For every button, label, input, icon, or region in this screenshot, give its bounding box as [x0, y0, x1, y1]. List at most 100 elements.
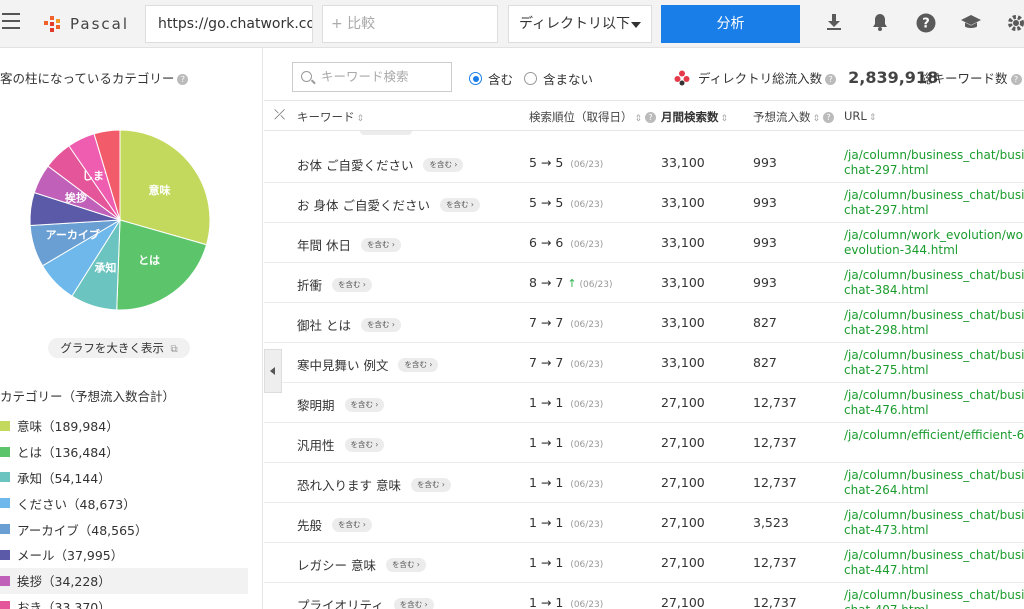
rank-to: 1 — [555, 555, 564, 570]
column-url[interactable]: URL ⇕ — [844, 109, 876, 123]
help-icon[interactable]: ? — [177, 74, 189, 85]
category-pie-chart[interactable]: 意味とは承知アーカイブ挨拶します — [28, 128, 212, 312]
keyword-text: お 身体 ご自愛ください — [297, 198, 430, 213]
volume-cell: 33,100 — [661, 355, 705, 370]
legend-item[interactable]: おき（33,370） — [0, 594, 248, 609]
traffic-cell: 3,523 — [753, 515, 789, 530]
table-row[interactable]: お 身体 ご自愛ください を含む › 5 → 5 (06/23) 33,100 993 /… — [264, 183, 1024, 223]
legend-item[interactable]: 承知（54,144） — [0, 465, 248, 491]
include-filter-button[interactable]: を含む › — [360, 317, 401, 332]
analyze-button[interactable]: 分析 — [661, 5, 800, 43]
table-row[interactable]: 汎用性 を含む › 1 → 1 (06/23) 27,100 12,737/ja/col… — [264, 423, 1024, 463]
radio-include-dot — [469, 72, 482, 85]
url-input[interactable]: https://go.chatwork.com — [145, 5, 313, 43]
include-filter-button[interactable]: を含む › — [393, 597, 434, 609]
include-filter-label: を含む — [338, 279, 361, 289]
collapse-sidebar-toggle[interactable] — [264, 349, 282, 393]
show-large-graph-button[interactable]: グラフを大きく表示 ⧉ — [48, 338, 190, 358]
radio-include[interactable]: 含む — [469, 69, 513, 88]
keyword-cell: レガシー 意味 を含む › — [297, 555, 426, 574]
url-link[interactable]: /ja/column/business_chat/businesschat-47… — [844, 388, 1024, 418]
scope-select[interactable]: ディレクトリ以下 — [508, 5, 652, 43]
traffic-flower-icon — [674, 70, 690, 86]
bell-icon[interactable] — [869, 13, 891, 35]
keyword-search-input[interactable]: キーワード検索 — [292, 62, 452, 92]
rank-from: 8 — [529, 275, 537, 290]
download-icon[interactable] — [823, 13, 845, 35]
radio-exclude[interactable]: 含まない — [524, 69, 593, 88]
column-traffic[interactable]: 予想流入数 ⇕? — [753, 109, 835, 125]
volume-cell: 33,100 — [661, 155, 705, 170]
url-line: /ja/column/business_chat/business — [844, 268, 1024, 282]
include-filter-button[interactable]: を含む › — [344, 397, 385, 412]
url-link[interactable]: /ja/column/business_chat/businesschat-26… — [844, 468, 1024, 498]
url-link[interactable]: /ja/column/business_chat/businesschat-27… — [844, 348, 1024, 378]
menu-icon[interactable] — [2, 13, 20, 29]
legend-item[interactable]: 意味（189,984） — [0, 413, 248, 439]
rank-date: (06/23) — [570, 320, 604, 330]
rank-to: 1 — [555, 475, 564, 490]
url-link[interactable]: /ja/column/business_chat/businesschat-40… — [844, 588, 1024, 609]
url-link[interactable]: /ja/column/business_chat/businesschat-29… — [844, 308, 1024, 338]
table-row[interactable]: 御社 とは を含む › 7 → 7 (06/23) 33,100 827/ja/colu… — [264, 303, 1024, 343]
url-link[interactable]: /ja/column/business_chat/businesschat-29… — [844, 148, 1024, 178]
url-link[interactable]: /ja/column/business_chat/businesschat-38… — [844, 268, 1024, 298]
url-link[interactable]: /ja/column/work_evolution/work-evolution… — [844, 228, 1024, 258]
category-title: カテゴリー（予想流入数合計） — [0, 389, 176, 404]
traffic-cell: 12,737 — [753, 435, 797, 450]
table-row[interactable]: 先般 を含む › 1 → 1 (06/23) 27,100 3,523/ja/colum… — [264, 503, 1024, 543]
help-icon[interactable]: ? — [825, 74, 837, 85]
rank-to: 7 — [555, 275, 564, 290]
include-filter-button[interactable]: を含む › — [332, 517, 372, 532]
radio-exclude-label: 含まない — [543, 72, 594, 87]
help-icon[interactable]: ? — [645, 112, 657, 123]
table-row[interactable]: 寒中見舞い 例文 を含む › 7 → 7 (06/23) 33,100 827/ja/c… — [264, 343, 1024, 383]
column-volume[interactable]: 月間検索数 ⇕ — [661, 109, 728, 125]
column-keyword[interactable]: キーワード ⇕ — [297, 109, 364, 125]
category-legend: 意味（189,984） とは（136,484） 承知（54,144） ください（48,… — [0, 413, 248, 609]
include-filter-button[interactable]: を含む › — [360, 237, 401, 252]
include-filter-button[interactable]: を含む › — [332, 277, 372, 292]
help-icon[interactable]: ? — [915, 13, 937, 35]
include-filter-button[interactable]: を含む › — [423, 157, 464, 172]
logo-icon — [42, 13, 64, 35]
url-link[interactable]: /ja/column/efficient/efficient-656.htm — [844, 428, 1024, 443]
compare-input[interactable]: + 比較 — [322, 5, 498, 43]
url-line: chat-384.html — [844, 283, 929, 297]
include-filter-button[interactable]: を含む › — [439, 197, 480, 212]
legend-item[interactable]: 挨拶（34,228） — [0, 567, 248, 594]
url-link[interactable]: /ja/column/business_chat/businesschat-47… — [844, 508, 1024, 538]
include-filter-button[interactable]: を含む › — [398, 357, 439, 372]
help-icon[interactable]: ? — [1010, 74, 1022, 85]
keyword-cell: 折衝 を含む › — [297, 275, 372, 294]
legend-item[interactable]: とは（136,484） — [0, 439, 248, 465]
graduation-cap-icon[interactable] — [960, 13, 982, 35]
table-row[interactable]: レガシー 意味 を含む › 1 → 1 (06/23) 27,100 12,737/ja… — [264, 543, 1024, 583]
url-link[interactable]: /ja/column/business_chat/businesschat-44… — [844, 548, 1024, 578]
volume-cell: 27,100 — [661, 475, 705, 490]
legend-item[interactable]: アーカイブ（48,565） — [0, 516, 248, 542]
results-toolbar: キーワード検索 含む 含まない ディレクトリ総流入数? 2,839,918 総キ… — [264, 48, 1024, 101]
rank-from: 1 — [529, 475, 537, 490]
total-keywords-stat: 総キーワード数? — [920, 68, 1022, 87]
help-icon[interactable]: ? — [823, 112, 835, 123]
collapse-columns-icon[interactable]: ⤫ — [274, 107, 285, 123]
legend-item[interactable]: メール（37,995） — [0, 542, 248, 568]
table-row[interactable]: 年間 休日 を含む › 6 → 6 (06/23) 33,100 993/ja/colu… — [264, 223, 1024, 263]
include-filter-button[interactable]: を含む › — [410, 477, 451, 492]
app-logo[interactable]: Pascal — [42, 12, 129, 36]
traffic-cell: 993 — [753, 235, 777, 250]
sort-icon: ⇕ — [356, 114, 365, 124]
table-row[interactable]: 折衝 を含む › 8 → 7 ↑ (06/23) 33,100 993/ja/column… — [264, 263, 1024, 303]
include-filter-button[interactable]: を含む › — [385, 557, 426, 572]
table-row[interactable]: 黎明期 を含む › 1 → 1 (06/23) 27,100 12,737/ja/col… — [264, 383, 1024, 423]
include-filter-button[interactable]: を含む › — [344, 437, 385, 452]
table-row[interactable]: 恐れ入ります 意味 を含む › 1 → 1 (06/23) 27,100 12,737 /… — [264, 463, 1024, 503]
table-row[interactable]: お体 ご自愛ください を含む › 5 → 5 (06/23) 33,100 993/ja… — [264, 143, 1024, 183]
rank-cell: 7 → 7 (06/23) — [529, 315, 604, 330]
legend-item[interactable]: ください（48,673） — [0, 490, 248, 516]
table-row[interactable]: プライオリティ を含む › 1 → 1 (06/23) 27,100 12,737/ja… — [264, 583, 1024, 609]
gear-icon[interactable] — [1005, 13, 1024, 35]
column-rank[interactable]: 検索順位（取得日） ⇕? — [529, 109, 657, 125]
url-link[interactable]: /ja/column/business_chat/businesschat-29… — [844, 188, 1024, 218]
